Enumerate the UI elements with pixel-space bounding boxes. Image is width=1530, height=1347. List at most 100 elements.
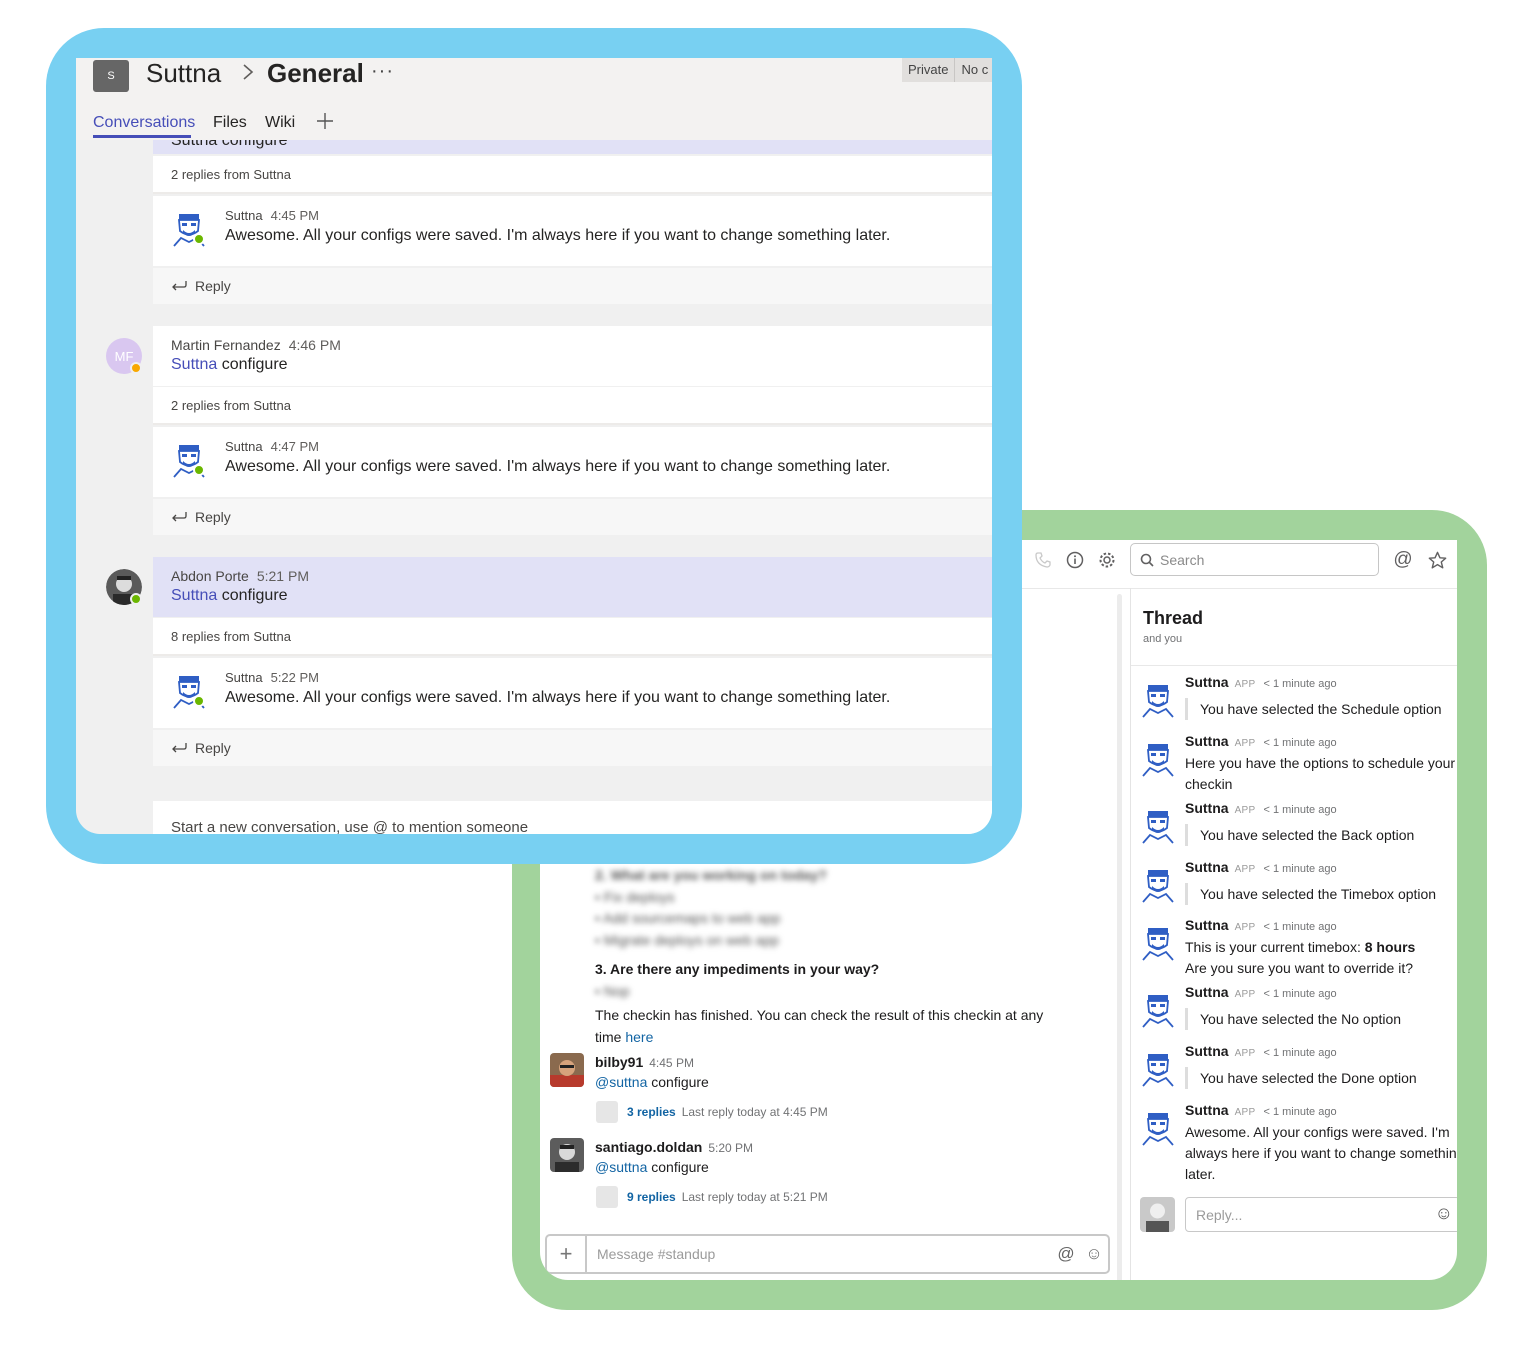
team-icon[interactable]: S [93, 60, 129, 92]
author-name[interactable]: Suttna [1185, 1043, 1229, 1059]
mention-link[interactable]: Suttna [171, 356, 217, 373]
suttna-bot-avatar[interactable] [1140, 992, 1176, 1028]
checkin-finished-time: time [595, 1029, 622, 1045]
reply-label: Reply [195, 740, 231, 756]
avatar [1140, 1197, 1175, 1232]
teams-window: S Suttna General ··· Private No c Conver… [76, 58, 992, 834]
message-header: Suttna APP < 1 minute ago [1185, 733, 1337, 749]
replies-summary[interactable]: 2 replies from Suttna [153, 156, 992, 192]
message-text: configure [651, 1074, 709, 1090]
checkin-finished-line2: time here [595, 1029, 653, 1045]
thread-reply-input[interactable]: Reply... ☺ [1185, 1197, 1457, 1232]
badge: No c [955, 58, 992, 82]
bot-reply-card: Suttna 5:22 PM Awesome. All your configs … [153, 658, 992, 728]
add-tab-icon[interactable] [316, 110, 334, 136]
message-text: This is your current timebox: 8 hours Are… [1185, 937, 1457, 979]
replies-count: 2 replies from Suttna [171, 167, 291, 182]
tab-conversations[interactable]: Conversations [93, 114, 195, 132]
author-name[interactable]: Suttna [1185, 674, 1229, 690]
suttna-bot-avatar[interactable] [1140, 1051, 1176, 1087]
blurred-text: • Fix deploys [595, 889, 675, 905]
message-header: Suttna APP < 1 minute ago [1185, 674, 1337, 690]
mention-link[interactable]: @suttna [595, 1074, 647, 1090]
gear-icon[interactable] [1096, 549, 1118, 571]
author-name[interactable]: Suttna [1185, 859, 1229, 875]
message-composer: + Message #standup @ ☺ [545, 1234, 1110, 1274]
suttna-bot-avatar[interactable] [1140, 808, 1176, 844]
replies-summary[interactable]: 2 replies from Suttna [153, 387, 992, 423]
reply-button[interactable]: Reply [153, 268, 992, 304]
username[interactable]: bilby91 [595, 1054, 643, 1070]
username[interactable]: santiago.doldan [595, 1139, 702, 1155]
author-name[interactable]: Suttna [1185, 733, 1229, 749]
last-reply: Last reply today at 4:45 PM [681, 1105, 828, 1119]
reply-avatar-placeholder [596, 1186, 618, 1208]
app-badge: APP [1234, 864, 1256, 875]
reply-button[interactable]: Reply [153, 730, 992, 766]
message-header: Suttna APP < 1 minute ago [1185, 859, 1337, 875]
phone-icon[interactable] [1032, 549, 1054, 571]
suttna-bot-avatar[interactable] [1140, 682, 1176, 718]
avatar[interactable] [550, 1053, 584, 1087]
suttna-bot-avatar[interactable] [1140, 1110, 1176, 1146]
mention-icon[interactable]: @ [1392, 549, 1414, 571]
scrollbar[interactable] [1117, 594, 1122, 1280]
reply-label: Reply [195, 278, 231, 294]
suttna-bot-avatar[interactable] [1140, 867, 1176, 903]
timestamp: 4:47 PM [270, 439, 320, 454]
message-header: Martin Fernandez 4:46 PM [171, 337, 341, 353]
author-name[interactable]: Martin Fernandez [171, 337, 281, 353]
message-card: Suttna configure [153, 140, 992, 154]
info-icon[interactable] [1064, 549, 1086, 571]
mention-link[interactable]: @suttna [595, 1159, 647, 1175]
timestamp: 5:20 PM [708, 1141, 754, 1155]
checkin-result-link[interactable]: here [625, 1029, 653, 1045]
emoji-icon[interactable]: ☺ [1080, 1244, 1108, 1264]
replies-count[interactable]: 9 replies [627, 1190, 676, 1204]
app-badge: APP [1234, 1048, 1256, 1059]
message-card: Abdon Porte 5:21 PM Suttna configure [153, 557, 992, 617]
attach-plus-icon[interactable]: + [547, 1236, 587, 1272]
emoji-icon[interactable]: ☺ [1435, 1203, 1453, 1224]
more-options-icon[interactable]: ··· [371, 60, 394, 83]
message-text: Awesome. All your configs were saved. I'… [225, 458, 891, 475]
author-name[interactable]: Suttna [1185, 1102, 1229, 1118]
author-name[interactable]: Abdon Porte [171, 568, 249, 584]
author-name[interactable]: Suttna [1185, 984, 1229, 1000]
author-name[interactable]: Suttna [1185, 800, 1229, 816]
thread-replies-summary[interactable]: 9 replies Last reply today at 5:21 PM [627, 1190, 828, 1204]
app-badge: APP [1234, 805, 1256, 816]
star-icon[interactable] [1426, 549, 1448, 571]
tab-wiki[interactable]: Wiki [265, 114, 295, 132]
reply-placeholder: Reply... [1196, 1206, 1243, 1223]
thread-replies-summary[interactable]: 3 replies Last reply today at 4:45 PM [627, 1105, 828, 1119]
replies-summary[interactable]: 8 replies from Suttna [153, 618, 992, 654]
message-input[interactable]: Message #standup [587, 1246, 1052, 1262]
message-text: You have selected the No option [1185, 1008, 1401, 1030]
timebox-value: 8 hours [1364, 939, 1416, 955]
author-name[interactable]: Suttna [225, 439, 263, 454]
message-text: You have selected the Schedule option [1185, 698, 1442, 720]
replies-count[interactable]: 3 replies [627, 1105, 676, 1119]
message-header: Abdon Porte 5:21 PM [171, 568, 309, 584]
tab-files[interactable]: Files [213, 114, 247, 132]
author-name[interactable]: Suttna [225, 670, 263, 685]
blurred-text: 2. What are you working on today? [595, 867, 827, 883]
author-name[interactable]: Suttna [225, 208, 263, 223]
timestamp: < 1 minute ago [1263, 921, 1337, 933]
channel-name[interactable]: General [267, 58, 364, 89]
message-text: Suttna configure [171, 356, 288, 374]
suttna-bot-avatar[interactable] [1140, 925, 1176, 961]
timestamp: 4:46 PM [288, 337, 341, 353]
new-conversation-input[interactable]: Start a new conversation, use @ to menti… [153, 801, 992, 834]
mention-link[interactable]: Suttna [171, 587, 217, 604]
search-input[interactable]: Search [1130, 543, 1379, 576]
team-name[interactable]: Suttna [146, 58, 221, 89]
reply-button[interactable]: Reply [153, 499, 992, 535]
avatar[interactable] [550, 1138, 584, 1172]
suttna-bot-avatar[interactable] [1140, 741, 1176, 777]
message-header: Suttna APP < 1 minute ago [1185, 917, 1337, 933]
author-name[interactable]: Suttna [1185, 917, 1229, 933]
divider [153, 192, 992, 194]
mention-icon[interactable]: @ [1052, 1244, 1080, 1264]
